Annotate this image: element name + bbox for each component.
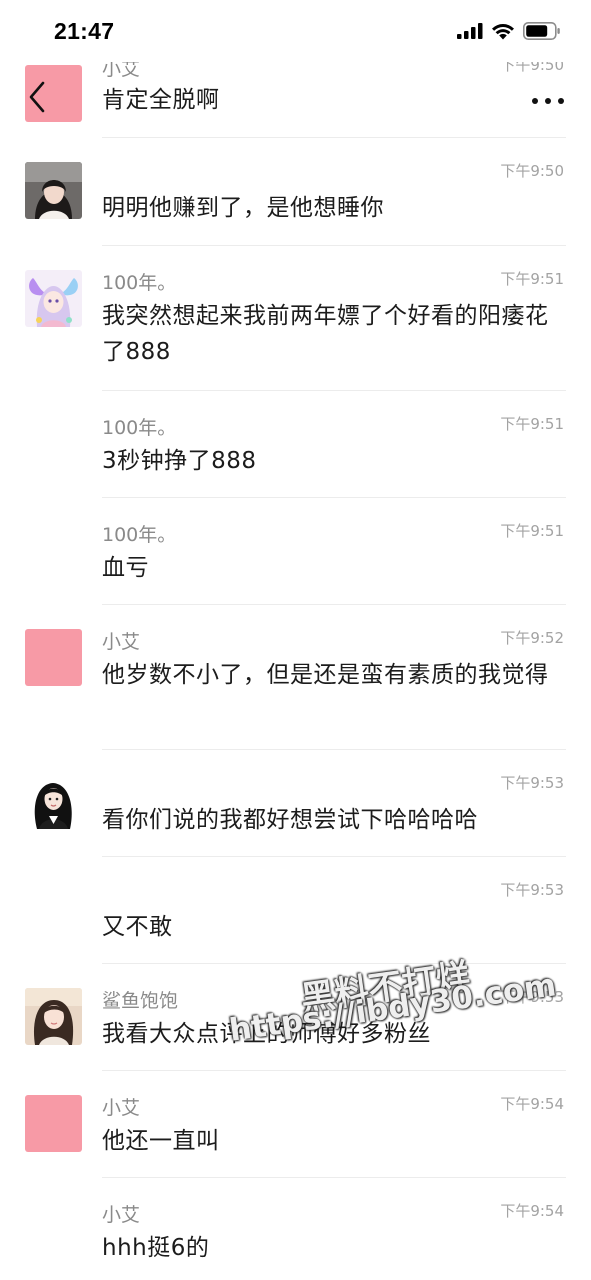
divider bbox=[102, 245, 566, 246]
status-icons bbox=[457, 22, 561, 44]
sender-name: 小艾 bbox=[102, 631, 141, 653]
sender-name: 小艾 bbox=[102, 1204, 141, 1226]
message-time: 下午9:53 bbox=[500, 774, 564, 792]
battery-icon bbox=[523, 22, 561, 44]
message-text: 3秒钟挣了888 bbox=[102, 448, 257, 474]
message-time: 下午9:51 bbox=[500, 522, 564, 540]
avatar[interactable] bbox=[25, 270, 82, 327]
divider bbox=[102, 137, 566, 138]
message-text: 他还一直叫 bbox=[102, 1128, 220, 1154]
avatar[interactable] bbox=[25, 772, 82, 829]
message-text: 我突然想起来我前两年嫖了个好看的阳痿花了888 bbox=[102, 303, 549, 365]
message-time: 下午9:51 bbox=[500, 270, 564, 288]
chevron-left-icon bbox=[27, 81, 47, 117]
message-time: 下午9:52 bbox=[500, 629, 564, 647]
divider bbox=[102, 1177, 566, 1178]
divider bbox=[102, 390, 566, 391]
divider bbox=[102, 497, 566, 498]
message-text: 血亏 bbox=[102, 555, 149, 581]
sender-name: 100年。 bbox=[102, 524, 177, 546]
divider bbox=[102, 1070, 566, 1071]
cellular-signal-icon bbox=[457, 23, 483, 43]
message-text: 肯定全脱啊 bbox=[102, 87, 220, 113]
divider bbox=[102, 963, 566, 964]
divider bbox=[102, 604, 566, 605]
back-button[interactable] bbox=[20, 80, 54, 118]
message-text: hhh挺6的 bbox=[102, 1235, 210, 1261]
avatar[interactable] bbox=[25, 162, 82, 219]
more-button[interactable] bbox=[527, 86, 569, 112]
message-text: 明明他赚到了，是他想睡你 bbox=[102, 195, 384, 221]
sender-name: 鲨鱼饱饱 bbox=[102, 990, 179, 1012]
message-time: 下午9:50 bbox=[500, 162, 564, 180]
sender-name: 小艾 bbox=[102, 1097, 141, 1119]
wifi-icon bbox=[491, 23, 515, 44]
avatar[interactable] bbox=[25, 988, 82, 1045]
avatar[interactable] bbox=[25, 1095, 82, 1152]
status-bar: 21:47 bbox=[0, 0, 591, 62]
message-time: 下午9:54 bbox=[500, 1095, 564, 1113]
avatar[interactable] bbox=[25, 629, 82, 686]
sender-name: 100年。 bbox=[102, 272, 177, 294]
message-time: 下午9:53 bbox=[500, 881, 564, 899]
message-text: 看你们说的我都好想尝试下哈哈哈哈 bbox=[102, 807, 478, 833]
divider bbox=[102, 856, 566, 857]
message-time: 下午9:54 bbox=[500, 1202, 564, 1220]
message-text: 又不敢 bbox=[102, 914, 173, 940]
status-time: 21:47 bbox=[54, 18, 115, 44]
more-horizontal-icon bbox=[531, 90, 565, 109]
divider bbox=[102, 749, 566, 750]
message-text: 他岁数不小了，但是还是蛮有素质的我觉得 bbox=[102, 662, 549, 688]
message-time: 下午9:51 bbox=[500, 415, 564, 433]
sender-name: 100年。 bbox=[102, 417, 177, 439]
